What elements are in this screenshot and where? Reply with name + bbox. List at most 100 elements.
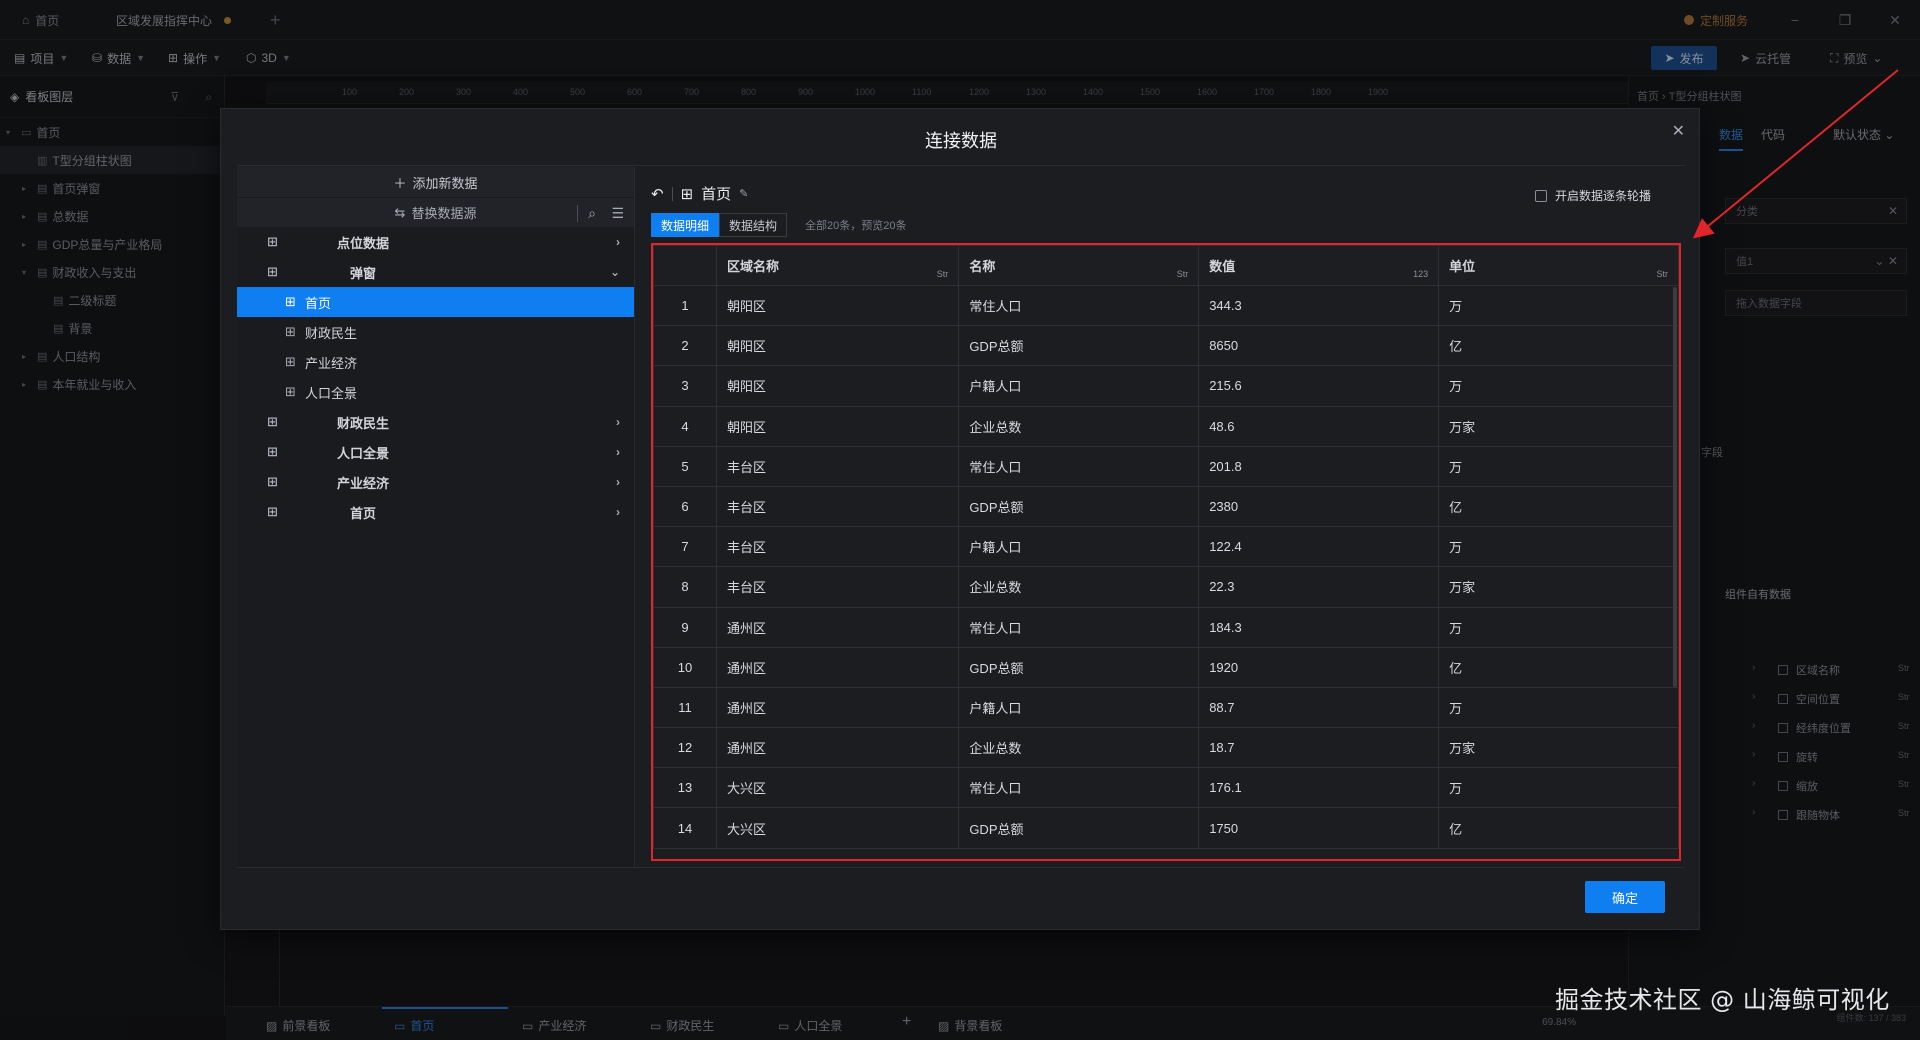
table-cell: 2380 <box>1198 485 1440 528</box>
table-cell: 万 <box>1438 686 1679 729</box>
table-row[interactable]: 2 朝阳区 GDP总额 8650 亿 <box>653 325 1679 367</box>
chevron-right-icon[interactable]: › <box>616 475 620 489</box>
replace-source-button[interactable]: ⇆ 替换数据源 ⌕ ☰ <box>237 197 634 227</box>
checkbox[interactable] <box>1534 189 1547 202</box>
source-group-item[interactable]: ⊞ 首页 › <box>237 497 634 527</box>
chevron-right-icon[interactable]: › <box>616 235 620 249</box>
table-row[interactable]: 9 通州区 常住人口 184.3 万 <box>653 606 1679 648</box>
table-row[interactable]: 14 大兴区 GDP总额 1750 亿 <box>653 807 1679 849</box>
table-cell: 户籍人口 <box>958 686 1200 729</box>
row-index: 12 <box>653 727 717 769</box>
close-icon[interactable]: ✕ <box>1672 121 1685 141</box>
table-row[interactable]: 3 朝阳区 户籍人口 215.6 万 <box>653 365 1679 407</box>
source-label: 财政民生 <box>336 415 389 431</box>
table-cell: 184.3 <box>1198 606 1440 648</box>
table-body: 1 朝阳区 常住人口 344.3 万 2 朝阳区 GDP总额 8650 亿 3 朝阳区 户籍人口 215.… <box>653 284 1679 849</box>
table-header-row: 区域名称 Str 名称 Str 数值 123 单位 Str <box>653 245 1679 286</box>
source-label: 首页 <box>305 295 332 311</box>
row-index: 11 <box>653 686 717 729</box>
column-type-badge: Str <box>1656 269 1668 279</box>
table-cell: 201.8 <box>1198 445 1440 487</box>
table-cell: 常住人口 <box>958 284 1200 327</box>
source-table-item[interactable]: ⊞ 首页 <box>237 287 634 317</box>
table-cell: 亿 <box>1438 807 1679 849</box>
column-header[interactable]: 区域名称 Str <box>715 245 960 286</box>
table-cell: 万 <box>1438 526 1679 568</box>
source-table-item[interactable]: ⊞ 人口全景 <box>237 377 634 407</box>
chevron-down-icon[interactable]: ⌄ <box>610 265 620 279</box>
chevron-right-icon[interactable]: › <box>616 445 620 459</box>
divider <box>237 165 1685 166</box>
source-label: 产业经济 <box>336 475 389 491</box>
row-index: 8 <box>653 566 717 608</box>
table-icon: ⊞ <box>267 414 278 429</box>
table-cell: 常住人口 <box>958 445 1200 487</box>
table-icon: ⊞ <box>267 234 278 249</box>
tab-data-structure[interactable]: 数据结构 <box>719 213 788 237</box>
table-row[interactable]: 6 丰台区 GDP总额 2380 亿 <box>653 485 1679 528</box>
source-label: 首页 <box>349 505 376 521</box>
column-header[interactable]: 名称 Str <box>958 245 1200 286</box>
back-icon[interactable]: ↶ <box>651 185 664 203</box>
table-row[interactable]: 10 通州区 GDP总额 1920 亿 <box>653 646 1679 688</box>
list-filter-icon[interactable]: ☰ <box>611 205 624 222</box>
row-index: 4 <box>653 405 717 447</box>
divider <box>671 186 673 201</box>
table-cell: 亿 <box>1438 485 1679 528</box>
column-type-badge: Str <box>936 269 949 279</box>
source-group-item[interactable]: ⊞ 人口全景 › <box>237 437 634 467</box>
plus-icon: ＋ <box>393 175 407 191</box>
table-icon: ⊞ <box>267 264 278 279</box>
table-row[interactable]: 1 朝阳区 常住人口 344.3 万 <box>653 284 1679 327</box>
detail-header: ↶ ⊞ 首页 ✎ <box>651 185 749 204</box>
table-cell: 344.3 <box>1198 284 1440 327</box>
search-icon[interactable]: ⌕ <box>577 205 596 222</box>
table-cell: 丰台区 <box>715 485 960 528</box>
source-group-item[interactable]: ⊞ 点位数据 › <box>237 227 634 257</box>
table-cell: 22.3 <box>1198 566 1440 608</box>
table-row[interactable]: 12 通州区 企业总数 18.7 万家 <box>653 727 1679 769</box>
confirm-button[interactable]: 确定 <box>1585 881 1665 913</box>
carousel-toggle[interactable]: 开启数据逐条轮播 <box>1534 187 1651 204</box>
chevron-right-icon[interactable]: › <box>616 505 620 519</box>
table-row[interactable]: 5 丰台区 常住人口 201.8 万 <box>653 445 1679 487</box>
table-row[interactable]: 8 丰台区 企业总数 22.3 万家 <box>653 566 1679 608</box>
vertical-scrollbar[interactable] <box>1673 287 1677 687</box>
data-source-list: ＋ 添加新数据 ⇆ 替换数据源 ⌕ ☰ ⊞ 点位数据 › ⊞ 弹窗 ⌄ ⊞ 首页 ⊞ 财政民生 ⊞ 产… <box>237 167 635 867</box>
source-tree: ⊞ 点位数据 › ⊞ 弹窗 ⌄ ⊞ 首页 ⊞ 财政民生 ⊞ 产业经济 ⊞ 人口全景 ⊞ 财政民生 › ⊞ 人口全景 ›… <box>237 227 634 527</box>
column-header[interactable]: 数值 123 <box>1198 245 1440 286</box>
table-row[interactable]: 11 通州区 户籍人口 88.7 万 <box>653 686 1679 729</box>
table-cell: 122.4 <box>1198 526 1440 568</box>
row-index: 14 <box>653 807 717 849</box>
source-table-item[interactable]: ⊞ 产业经济 <box>237 347 634 377</box>
table-cell: 万 <box>1438 445 1679 487</box>
table-icon: ⊞ <box>285 384 296 399</box>
table-row[interactable]: 4 朝阳区 企业总数 48.6 万家 <box>653 405 1679 447</box>
table-cell: 通州区 <box>715 686 960 729</box>
table-cell: 88.7 <box>1198 686 1440 729</box>
table-cell: 朝阳区 <box>715 365 960 407</box>
table-cell: 18.7 <box>1198 727 1440 769</box>
column-header[interactable]: 单位 Str <box>1438 245 1679 286</box>
chevron-right-icon[interactable]: › <box>616 415 620 429</box>
table-row[interactable]: 13 大兴区 常住人口 176.1 万 <box>653 767 1679 809</box>
table-icon: ⊞ <box>285 324 296 339</box>
table-cell: 万家 <box>1438 566 1679 608</box>
swap-icon: ⇆ <box>394 204 406 220</box>
source-table-item[interactable]: ⊞ 财政民生 <box>237 317 634 347</box>
source-label: 人口全景 <box>336 445 389 461</box>
source-group-item[interactable]: ⊞ 财政民生 › <box>237 407 634 437</box>
table-cell: GDP总额 <box>958 807 1200 849</box>
data-table: 区域名称 Str 名称 Str 数值 123 单位 Str 1 朝阳区 常住人口 344.3 万 2 朝阳… <box>653 245 1679 849</box>
index-header <box>653 245 717 286</box>
table-row[interactable]: 7 丰台区 户籍人口 122.4 万 <box>653 526 1679 568</box>
table-cell: 丰台区 <box>715 445 960 487</box>
tab-data-detail[interactable]: 数据明细 <box>651 213 720 237</box>
source-group-item[interactable]: ⊞ 产业经济 › <box>237 467 634 497</box>
column-name: 区域名称 <box>727 259 780 274</box>
table-cell: 常住人口 <box>958 767 1200 809</box>
source-label: 产业经济 <box>305 355 358 371</box>
edit-icon[interactable]: ✎ <box>739 187 748 200</box>
add-data-button[interactable]: ＋ 添加新数据 <box>237 167 634 197</box>
source-group-item[interactable]: ⊞ 弹窗 ⌄ <box>237 257 634 287</box>
